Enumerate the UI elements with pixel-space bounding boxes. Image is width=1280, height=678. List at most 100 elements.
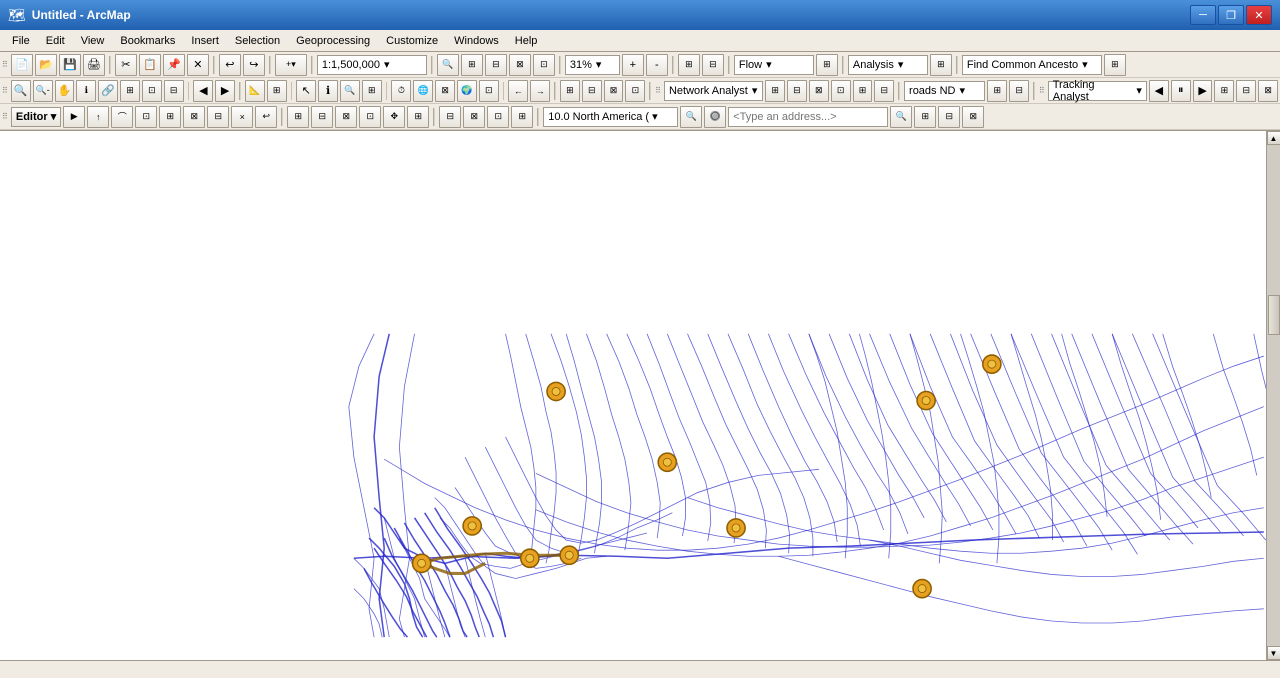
ed-btn8[interactable]: ×	[231, 106, 253, 128]
ed-btn15[interactable]: ⊞	[407, 106, 429, 128]
locator-dropdown[interactable]: 10.0 North America ( ▾	[543, 107, 678, 127]
menu-windows[interactable]: Windows	[446, 30, 507, 51]
t3[interactable]: ⊠	[604, 80, 624, 102]
pan-tool[interactable]: ✋	[55, 80, 75, 102]
ae-tool[interactable]: ⊡	[479, 80, 499, 102]
flow-extra[interactable]: ⊞	[816, 54, 838, 76]
flow-dropdown[interactable]: Flow ▾	[734, 55, 814, 75]
catalog-button[interactable]: ⊠	[509, 54, 531, 76]
ed-btn5[interactable]: ⊞	[159, 106, 181, 128]
locator-extra1[interactable]: 🔍	[680, 106, 702, 128]
save-button[interactable]: 💾	[59, 54, 81, 76]
r1[interactable]: ⊞	[678, 54, 700, 76]
restore-button[interactable]: ❐	[1218, 5, 1244, 25]
ed-btn3[interactable]: ⌒	[111, 106, 133, 128]
ed-btn10[interactable]: ⊞	[287, 106, 309, 128]
ed-btn13[interactable]: ⊡	[359, 106, 381, 128]
r2[interactable]: ⊟	[702, 54, 724, 76]
ed-btn12[interactable]: ⊠	[335, 106, 357, 128]
delete-button[interactable]: ✕	[187, 54, 209, 76]
menu-customize[interactable]: Customize	[378, 30, 446, 51]
t1[interactable]: ⊞	[560, 80, 580, 102]
menu-selection[interactable]: Selection	[227, 30, 288, 51]
close-button[interactable]: ✕	[1246, 5, 1272, 25]
zoom-in-tool[interactable]: 🔍	[11, 80, 31, 102]
menu-file[interactable]: File	[4, 30, 38, 51]
print-button[interactable]: 🖨	[83, 54, 105, 76]
arcmap-button[interactable]: ⊡	[533, 54, 555, 76]
ed-btn11[interactable]: ⊟	[311, 106, 333, 128]
zoom-out-btn2[interactable]: -	[646, 54, 668, 76]
locator-extra2[interactable]: 🔘	[704, 106, 726, 128]
ed-btn18[interactable]: ⊡	[487, 106, 509, 128]
scroll-track[interactable]	[1267, 145, 1280, 646]
ed-btn2[interactable]: ↑	[87, 106, 109, 128]
na-btn5[interactable]: ⊞	[853, 80, 873, 102]
scrollbar-right[interactable]: ▲ ▼	[1266, 131, 1280, 660]
new-button[interactable]: 📄	[11, 54, 33, 76]
na-btn4[interactable]: ⊡	[831, 80, 851, 102]
menu-help[interactable]: Help	[507, 30, 546, 51]
ta-btn1[interactable]: ◀	[1149, 80, 1169, 102]
ed-btn6[interactable]: ⊠	[183, 106, 205, 128]
na-btn6[interactable]: ⊟	[874, 80, 894, 102]
tracking-analyst-dropdown[interactable]: Tracking Analyst ▾	[1048, 81, 1147, 101]
zoom-forward[interactable]: →	[530, 80, 550, 102]
ta-btn4[interactable]: ⊞	[1214, 80, 1234, 102]
geocode-extra1[interactable]: ⊞	[914, 106, 936, 128]
ed-btn9[interactable]: ↩	[255, 106, 277, 128]
menu-insert[interactable]: Insert	[183, 30, 227, 51]
find-tool[interactable]: 🔍	[340, 80, 360, 102]
redo-button[interactable]: ↪	[243, 54, 265, 76]
clear-sel-tool[interactable]: ⊟	[164, 80, 184, 102]
undo-button[interactable]: ↩	[219, 54, 241, 76]
zoom-out-tool[interactable]: 🔍-	[33, 80, 53, 102]
network-analyst-dropdown[interactable]: Network Analyst ▾	[664, 81, 763, 101]
hyperlink-tool[interactable]: 🔗	[98, 80, 118, 102]
ed-btn14[interactable]: ✥	[383, 106, 405, 128]
geocode-btn[interactable]: 🔍	[890, 106, 912, 128]
menu-view[interactable]: View	[73, 30, 113, 51]
ta-btn2[interactable]: ⏸	[1171, 80, 1191, 102]
geocode-extra3[interactable]: ⊠	[962, 106, 984, 128]
scroll-up-arrow[interactable]: ▲	[1267, 131, 1280, 145]
ed-btn19[interactable]: ⊞	[511, 106, 533, 128]
ed-btn17[interactable]: ⊠	[463, 106, 485, 128]
editor-dropdown[interactable]: Editor ▾	[11, 107, 61, 127]
geocode-extra2[interactable]: ⊟	[938, 106, 960, 128]
menu-geoprocessing[interactable]: Geoprocessing	[288, 30, 378, 51]
na-btn3[interactable]: ⊠	[809, 80, 829, 102]
find-dropdown[interactable]: Find Common Ancesto ▾	[962, 55, 1102, 75]
ed-btn4[interactable]: ⊡	[135, 106, 157, 128]
select-arrow[interactable]: ↖	[296, 80, 316, 102]
ta-btn6[interactable]: ⊠	[1258, 80, 1278, 102]
identify-tool[interactable]: ℹ	[76, 80, 96, 102]
na-btn2[interactable]: ⊟	[787, 80, 807, 102]
copy-button[interactable]: 📋	[139, 54, 161, 76]
open-button[interactable]: 📂	[35, 54, 57, 76]
address-input[interactable]	[728, 107, 888, 127]
t2[interactable]: ⊟	[582, 80, 602, 102]
scroll-down-arrow[interactable]: ▼	[1267, 646, 1280, 660]
feature-tool[interactable]: ⊞	[267, 80, 287, 102]
3d-tool[interactable]: 🌐	[413, 80, 433, 102]
zoom-in-btn2[interactable]: +	[622, 54, 644, 76]
minimize-button[interactable]: ─	[1190, 5, 1216, 25]
ta-btn3[interactable]: ▶	[1193, 80, 1213, 102]
zoom-back[interactable]: ←	[508, 80, 528, 102]
table-button[interactable]: ⊞	[461, 54, 483, 76]
info-tool[interactable]: ℹ	[318, 80, 338, 102]
html-popup-tool[interactable]: ⊞	[120, 80, 140, 102]
map-container[interactable]: ▲ ▼	[0, 131, 1280, 660]
menu-edit[interactable]: Edit	[38, 30, 73, 51]
menu-bookmarks[interactable]: Bookmarks	[112, 30, 183, 51]
goto-xy-tool[interactable]: ⊞	[362, 80, 382, 102]
ed-btn7[interactable]: ⊟	[207, 106, 229, 128]
measure-tool[interactable]: 📐	[245, 80, 265, 102]
analysis-extra[interactable]: ⊞	[930, 54, 952, 76]
ed-btn1[interactable]: ▶	[63, 106, 85, 128]
globe-tool[interactable]: 🌍	[457, 80, 477, 102]
forward-tool[interactable]: ▶	[215, 80, 235, 102]
ta-btn5[interactable]: ⊟	[1236, 80, 1256, 102]
back-tool[interactable]: ◀	[193, 80, 213, 102]
